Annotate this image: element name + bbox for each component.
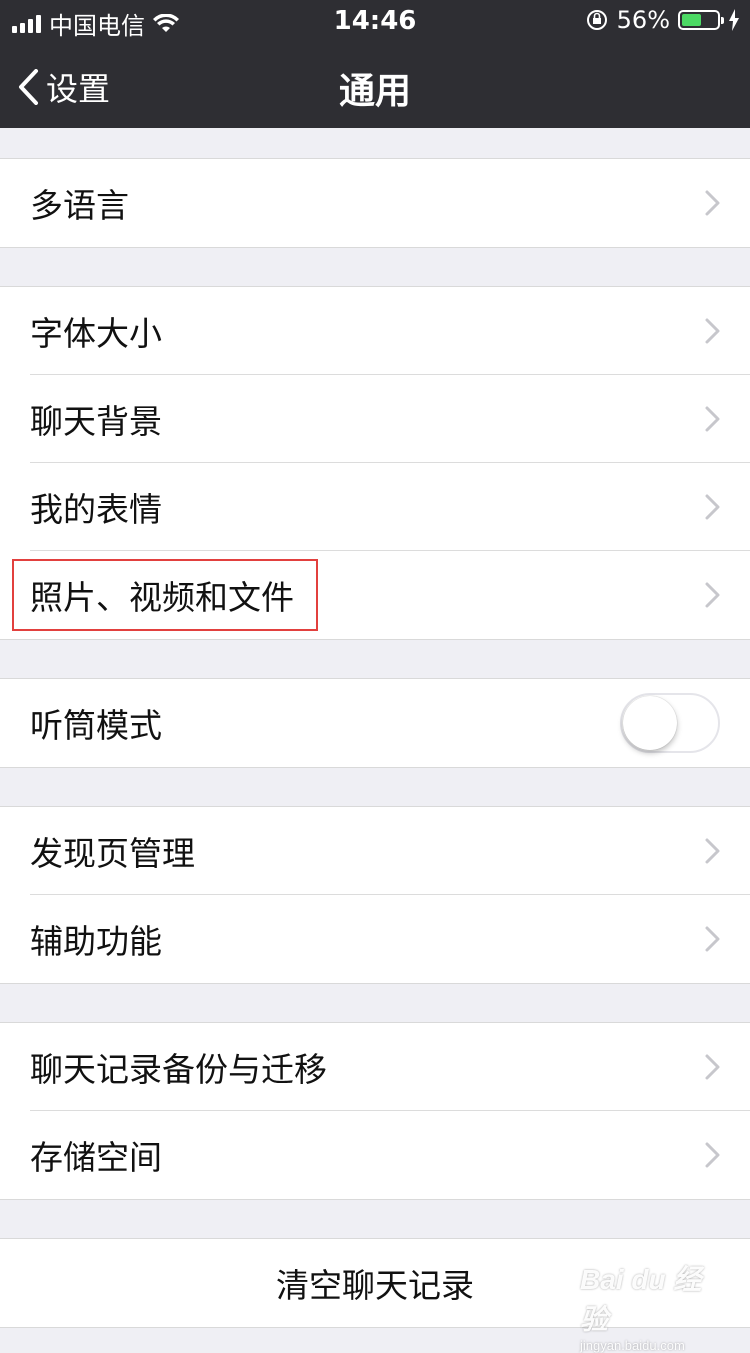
row-chat-backup-migration[interactable]: 聊天记录备份与迁移: [0, 1023, 750, 1111]
row-photos-videos-files[interactable]: 照片、视频和文件: [0, 550, 750, 639]
row-language[interactable]: 多语言: [0, 159, 750, 247]
toggle-knob: [623, 696, 677, 750]
charging-icon: [729, 9, 739, 31]
chevron-right-icon: [705, 1142, 720, 1168]
row-label: 听筒模式: [30, 706, 162, 745]
watermark-url: jingyan.baidu.com: [580, 1338, 685, 1353]
chevron-right-icon: [705, 494, 720, 520]
row-chat-background[interactable]: 聊天背景: [0, 374, 750, 463]
chevron-right-icon: [705, 1054, 720, 1080]
top-bar: 中国电信 14:46 56% 设置 通用: [0, 0, 750, 128]
battery-percent: 56%: [616, 6, 670, 34]
row-label: 聊天记录备份与迁移: [30, 1050, 327, 1089]
settings-group-earpiece: 听筒模式: [0, 678, 750, 768]
row-my-stickers[interactable]: 我的表情: [0, 462, 750, 551]
navigation-bar: 设置 通用: [0, 40, 750, 128]
row-label: 辅助功能: [30, 922, 162, 961]
watermark: Bai du 经验 jingyan.baidu.com: [580, 1258, 710, 1353]
settings-group-display: 字体大小 聊天背景 我的表情 照片、视频和文件: [0, 286, 750, 640]
settings-group-language: 多语言: [0, 158, 750, 248]
row-discover-management[interactable]: 发现页管理: [0, 807, 750, 895]
row-label: 字体大小: [30, 314, 162, 353]
settings-group-storage: 聊天记录备份与迁移 存储空间: [0, 1022, 750, 1200]
status-bar: 中国电信 14:46 56%: [0, 0, 750, 40]
row-label: 我的表情: [30, 490, 162, 529]
rotation-lock-icon: [586, 10, 607, 30]
settings-group-discover: 发现页管理 辅助功能: [0, 806, 750, 984]
row-label: 存储空间: [30, 1138, 162, 1177]
chevron-right-icon: [705, 318, 720, 344]
row-label: 聊天背景: [30, 402, 162, 441]
chevron-right-icon: [705, 838, 720, 864]
row-accessibility[interactable]: 辅助功能: [0, 894, 750, 983]
row-label: 多语言: [30, 186, 129, 225]
row-font-size[interactable]: 字体大小: [0, 287, 750, 375]
row-earpiece-mode: 听筒模式: [0, 679, 750, 767]
row-label: 照片、视频和文件: [30, 578, 294, 617]
watermark-brand: Bai du 经验: [580, 1264, 702, 1335]
row-label: 清空聊天记录: [276, 1266, 474, 1305]
battery-icon: [678, 10, 724, 30]
page-title: 通用: [338, 71, 411, 112]
earpiece-mode-toggle[interactable]: [620, 693, 720, 753]
row-label: 发现页管理: [30, 834, 195, 873]
chevron-right-icon: [705, 406, 720, 432]
row-storage-space[interactable]: 存储空间: [0, 1110, 750, 1199]
chevron-right-icon: [705, 926, 720, 952]
chevron-right-icon: [705, 582, 720, 608]
chevron-right-icon: [705, 190, 720, 216]
